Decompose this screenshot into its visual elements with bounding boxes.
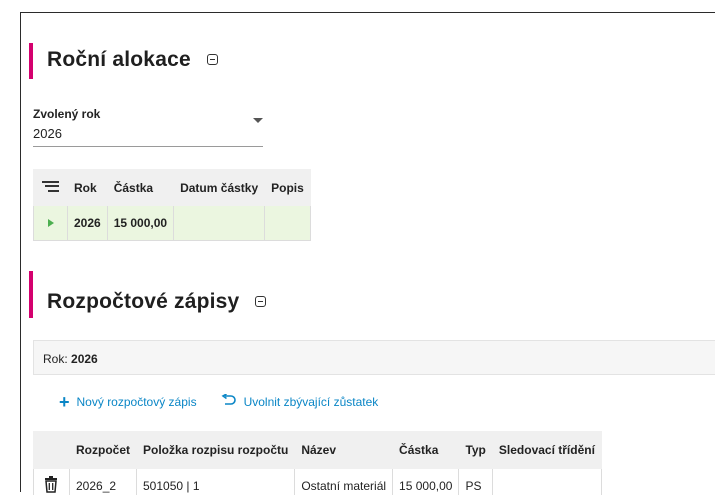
dropdown-underline — [33, 146, 263, 147]
section-title: Roční alokace — [47, 48, 191, 71]
cell-polozka: 501050 | 1 — [135, 468, 296, 495]
budget-entries-header: Rozpočtové zápisy — [29, 271, 267, 318]
col-nazev[interactable]: Název — [294, 431, 394, 469]
cell-rok: 2026 — [67, 205, 108, 241]
table-row[interactable]: 2026 15 000,00 — [33, 205, 311, 241]
year-value[interactable]: 2026 — [33, 118, 268, 144]
column-menu-icon[interactable] — [33, 169, 68, 206]
cell-castka: 15 000,00 — [392, 468, 460, 495]
col-rozpocet[interactable]: Rozpočet — [69, 431, 137, 469]
cell-datum — [173, 205, 266, 241]
budget-entries-table: Rozpočet Položka rozpisu rozpočtu Název … — [33, 431, 602, 495]
year-dropdown[interactable]: Zvolený rok 2026 — [33, 107, 268, 147]
year-label: Zvolený rok — [33, 107, 101, 121]
col-datum-castky[interactable]: Datum částky — [173, 169, 266, 206]
release-balance-button[interactable]: Uvolnit zbývající zůstatek — [244, 395, 379, 409]
annual-allocation-header: Roční alokace — [29, 43, 218, 79]
trash-icon[interactable] — [33, 468, 70, 495]
year-value: 2026 — [71, 352, 98, 366]
row-expand-icon[interactable] — [33, 205, 68, 241]
cell-nazev: Ostatní materiál — [294, 468, 394, 495]
year-filter-bar: Rok: 2026 — [33, 340, 715, 375]
allocation-table: Rok Částka Datum částky Popis 2026 15 00… — [33, 169, 311, 241]
col-typ[interactable]: Typ — [458, 431, 493, 469]
col-castka[interactable]: Částka — [106, 169, 175, 206]
cell-rozpocet: 2026_2 — [69, 468, 137, 495]
section-accent-bar — [29, 271, 33, 318]
section-accent-bar — [29, 43, 33, 79]
new-entry-button[interactable]: Nový rozpočtový zápis — [77, 395, 197, 409]
plus-icon[interactable]: + — [59, 393, 70, 411]
col-rok[interactable]: Rok — [67, 169, 108, 206]
collapse-icon[interactable] — [255, 296, 267, 307]
section-title: Rozpočtové zápisy — [47, 290, 240, 313]
col-sledovaci[interactable]: Sledovací třídění — [491, 431, 602, 469]
main-panel: Roční alokace Zvolený rok 2026 Rok Částk… — [20, 12, 715, 495]
col-actions — [33, 431, 70, 469]
cell-typ: PS — [458, 468, 493, 495]
cell-castka: 15 000,00 — [106, 205, 175, 241]
collapse-icon[interactable] — [206, 54, 218, 65]
year-selected-value: 2026 — [33, 126, 62, 141]
cell-popis — [264, 205, 311, 241]
year-prefix: Rok: — [43, 352, 68, 366]
col-polozka[interactable]: Položka rozpisu rozpočtu — [135, 431, 296, 469]
chevron-down-icon[interactable] — [253, 118, 263, 123]
action-bar: + Nový rozpočtový zápis Uvolnit zbývajíc… — [59, 393, 379, 411]
col-castka[interactable]: Částka — [392, 431, 460, 469]
cell-sledovaci — [491, 468, 602, 495]
col-popis[interactable]: Popis — [264, 169, 311, 206]
undo-icon[interactable] — [221, 393, 236, 409]
table-row[interactable]: 2026_2 501050 | 1 Ostatní materiál 15 00… — [33, 468, 602, 495]
